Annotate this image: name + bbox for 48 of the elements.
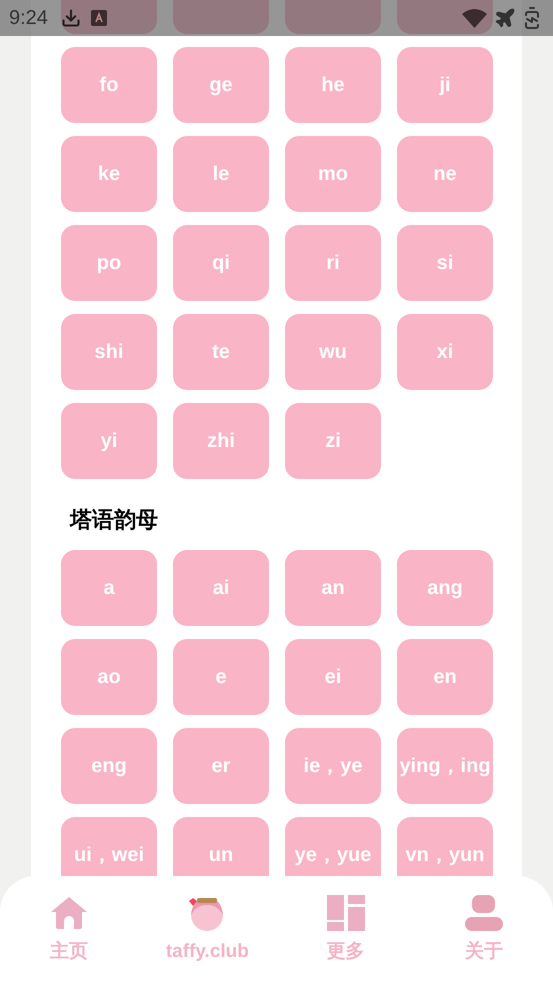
syllable-button[interactable]: ri: [285, 225, 381, 301]
wifi-icon: [462, 8, 487, 28]
syllable-button[interactable]: zhi: [173, 403, 269, 479]
syllable-button[interactable]: si: [397, 225, 493, 301]
syllable-button[interactable]: ui，wei: [61, 817, 157, 876]
syllable-button[interactable]: ang: [397, 550, 493, 626]
status-time: 9:24: [9, 6, 48, 31]
syllable-button[interactable]: zi: [285, 403, 381, 479]
app-icon: [90, 10, 107, 26]
syllable-button[interactable]: ying，ing: [397, 728, 493, 804]
syllable-button[interactable]: un: [173, 817, 269, 876]
syllable-button[interactable]: e: [173, 639, 269, 715]
syllable-button[interactable]: le: [173, 136, 269, 212]
nav-tab[interactable]: 关于: [414, 876, 553, 984]
syllable-button[interactable]: ye，yue: [285, 817, 381, 876]
syllable-button[interactable]: he: [285, 47, 381, 123]
syllable-button[interactable]: ao: [61, 639, 157, 715]
syllable-button[interactable]: eng: [61, 728, 157, 804]
syllable-button[interactable]: en: [397, 639, 493, 715]
syllable-button[interactable]: qi: [173, 225, 269, 301]
syllable-button[interactable]: po: [61, 225, 157, 301]
airplane-icon: [494, 7, 516, 29]
syllable-button[interactable]: ai: [173, 550, 269, 626]
syllable-button[interactable]: er: [173, 728, 269, 804]
section-title: 塔语韵母: [70, 506, 159, 534]
syllable-button[interactable]: fo: [61, 47, 157, 123]
syllable-button[interactable]: vn，yun: [397, 817, 493, 876]
nav-tab[interactable]: taffy.club: [138, 876, 276, 984]
syllable-button[interactable]: yi: [61, 403, 157, 479]
syllable-button[interactable]: te: [173, 314, 269, 390]
dashboard-icon: [326, 895, 365, 931]
person-icon: [464, 895, 503, 931]
syllable-button[interactable]: ne: [397, 136, 493, 212]
home-icon: [49, 895, 90, 931]
syllable-button[interactable]: ge: [173, 47, 269, 123]
syllable-button[interactable]: xi: [397, 314, 493, 390]
syllable-button[interactable]: ei: [285, 639, 381, 715]
download-icon: [60, 8, 81, 28]
syllable-button[interactable]: a: [61, 550, 157, 626]
syllable-button[interactable]: an: [285, 550, 381, 626]
syllable-button[interactable]: mo: [285, 136, 381, 212]
syllable-button[interactable]: wu: [285, 314, 381, 390]
syllable-button[interactable]: ji: [397, 47, 493, 123]
syllable-button[interactable]: ke: [61, 136, 157, 212]
syllable-button[interactable]: ie，ye: [285, 728, 381, 804]
nav-tab[interactable]: 主页: [0, 876, 138, 984]
syllable-button[interactable]: shi: [61, 314, 157, 390]
nav-tab[interactable]: 更多: [276, 876, 415, 984]
